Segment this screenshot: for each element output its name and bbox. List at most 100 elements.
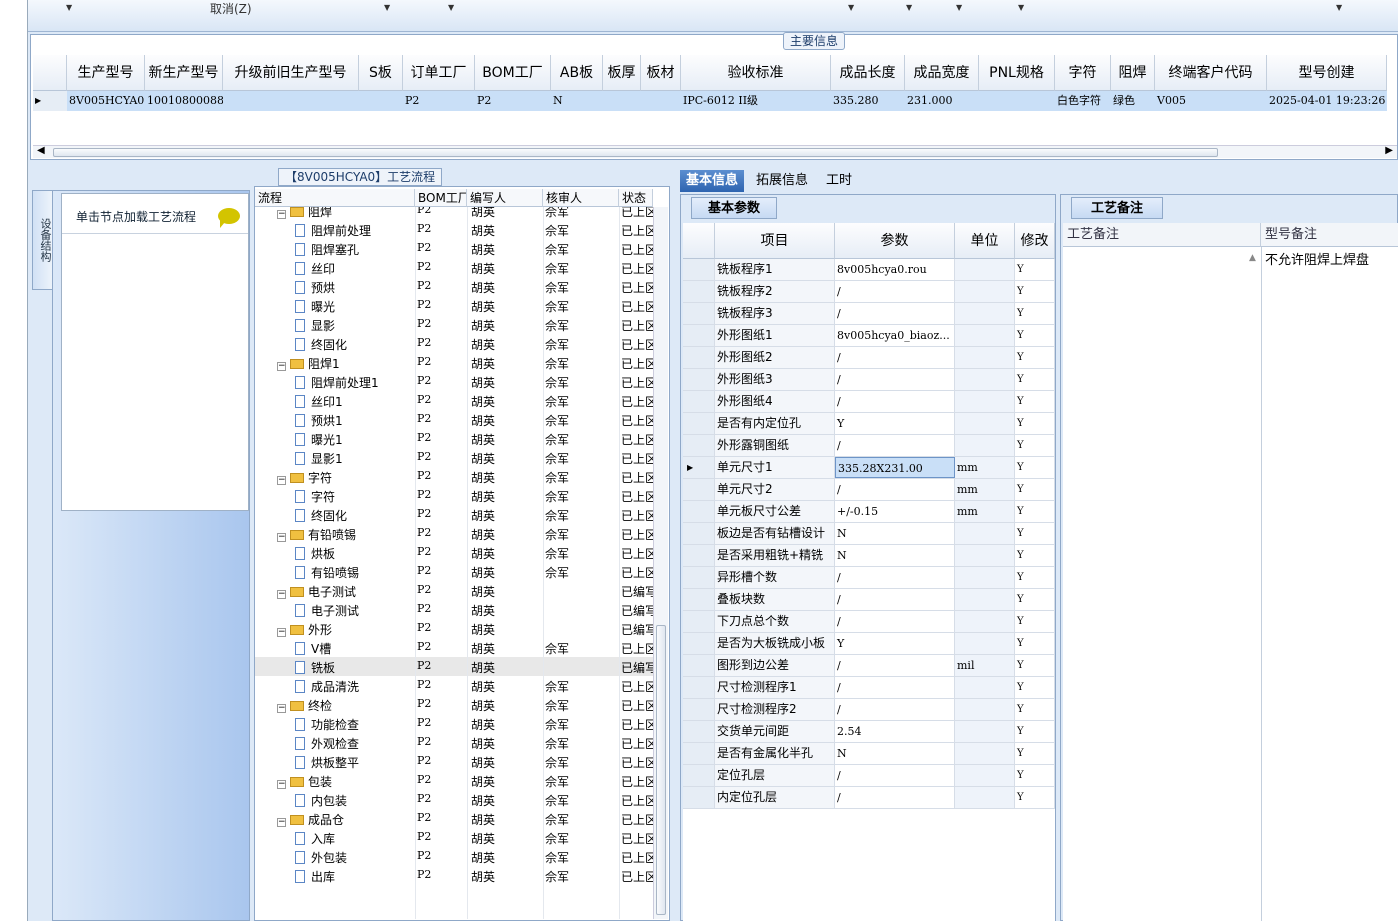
tree-column-header[interactable]: 流程 [255,189,415,207]
param-row[interactable]: 单元板尺寸公差 +/-0.15 mm Y [683,501,1055,523]
tree-row[interactable]: 成品清洗 P2 胡英 佘军 已上区 [255,676,653,695]
column-header[interactable]: 型号创建 [1267,55,1387,91]
tree-row[interactable]: 功能检查 P2 胡英 佘军 已上区 [255,714,653,733]
param-column-header[interactable]: 项目 [715,223,835,259]
param-row[interactable]: 外形图纸4/ Y [683,391,1055,413]
param-cell[interactable]: / [835,479,955,500]
sidebar-tab[interactable]: 设备结构 [32,190,54,290]
grid-cell[interactable]: 335.280 [831,91,905,111]
tree-row[interactable]: 曝光1 P2 胡英 佘军 已上区 [255,429,653,448]
row-indicator[interactable] [683,413,715,434]
column-header[interactable]: 板材 [641,55,681,91]
tree-row[interactable]: 阻焊塞孔 P2 胡英 佘军 已上区 [255,239,653,258]
column-header[interactable]: 阻焊 [1111,55,1155,91]
scroll-thumb[interactable] [656,625,666,915]
chevron-down-icon[interactable]: ▼ [906,3,912,12]
param-row[interactable]: 定位孔层 / Y [683,765,1055,787]
chevron-down-icon[interactable]: ▼ [848,3,854,12]
param-cell[interactable]: / [835,611,955,632]
grid-cell[interactable] [359,91,403,111]
tree-row[interactable]: 出库 P2 胡英 佘军 已上区 [255,866,653,885]
param-cell[interactable]: 335.28X231.00 [835,457,955,478]
param-cell[interactable]: N [835,523,955,544]
param-cell[interactable]: / [835,435,955,456]
param-row[interactable]: 是否有内定位孔 Y Y [683,413,1055,435]
param-row[interactable]: 板边是否有钻槽设计 N Y [683,523,1055,545]
grid-cell[interactable]: 白色字符 [1055,91,1111,111]
tree-row[interactable]: 终固化 P2 胡英 佘军 已上区 [255,334,653,353]
row-indicator[interactable] [683,391,715,412]
row-indicator[interactable] [683,479,715,500]
tree-row[interactable]: − 电子测试 P2 胡英 已编写 [255,581,653,600]
row-indicator[interactable] [683,655,715,676]
row-indicator[interactable]: ▶ [33,91,67,111]
collapse-toggle-icon[interactable]: − [277,362,286,371]
tree-row[interactable]: 丝印1 P2 胡英 佘军 已上区 [255,391,653,410]
param-row[interactable]: 是否采用粗铣+精铣 N Y [683,545,1055,567]
row-indicator[interactable] [683,567,715,588]
tree-row[interactable]: 内包装 P2 胡英 佘军 已上区 [255,790,653,809]
param-column-header[interactable]: 参数 [835,223,955,259]
tree-row[interactable]: 显影1 P2 胡英 佘军 已上区 [255,448,653,467]
param-row[interactable]: 外形图纸3/ Y [683,369,1055,391]
collapse-toggle-icon[interactable]: − [277,476,286,485]
param-row[interactable]: 是否为大板铣成小板 Y Y [683,633,1055,655]
column-header[interactable]: 验收标准 [681,55,831,91]
grid-cell[interactable] [641,91,681,111]
grid-cell[interactable]: 绿色 [1111,91,1155,111]
row-indicator[interactable] [683,721,715,742]
row-indicator[interactable] [683,589,715,610]
tree-row[interactable]: 阻焊前处理1 P2 胡英 佘军 已上区 [255,372,653,391]
column-header[interactable]: 新生产型号 [145,55,223,91]
param-row[interactable]: 铣板程序1 8v005hcya0.rou Y [683,259,1055,281]
tree-column-header[interactable]: 编写人 [467,189,543,207]
tree-column-header[interactable]: BOM工厂 [415,189,467,207]
param-row[interactable]: 外形图纸1 8v005hcya0_biaoz... Y [683,325,1055,347]
param-row[interactable]: 尺寸检测程序1/ Y [683,677,1055,699]
grid-cell[interactable]: 2025-04-01 19:23:26 [1267,91,1387,111]
param-row[interactable]: 外形露铜图纸 / Y [683,435,1055,457]
chevron-down-icon[interactable]: ▼ [448,3,454,12]
param-cell[interactable]: / [835,699,955,720]
tree-row[interactable]: − 有铅喷锡 P2 胡英 佘军 已上区 [255,524,653,543]
column-header[interactable]: 成品长度 [831,55,905,91]
row-indicator[interactable] [683,743,715,764]
tree-column-header[interactable]: 核审人 [543,189,619,207]
row-indicator[interactable] [683,633,715,654]
tree-row[interactable]: − 包装 P2 胡英 佘军 已上区 [255,771,653,790]
param-cell[interactable]: / [835,303,955,324]
collapse-toggle-icon[interactable]: − [277,210,286,219]
tree-row[interactable]: 终固化 P2 胡英 佘军 已上区 [255,505,653,524]
tree-row[interactable]: 丝印 P2 胡英 佘军 已上区 [255,258,653,277]
param-cell[interactable]: +/-0.15 [835,501,955,522]
grid-cell[interactable]: 10010800088484 [145,91,223,111]
param-cell[interactable]: / [835,347,955,368]
param-row[interactable]: 下刀点总个数 / Y [683,611,1055,633]
tree-row[interactable]: 烘板整平 P2 胡英 佘军 已上区 [255,752,653,771]
tree-row[interactable]: 电子测试 P2 胡英 已编写 [255,600,653,619]
param-cell[interactable]: 8v005hcya0.rou [835,259,955,280]
tree-row[interactable]: 显影 P2 胡英 佘军 已上区 [255,315,653,334]
column-header[interactable]: 终端客户代码 [1155,55,1267,91]
param-cell[interactable]: / [835,677,955,698]
collapse-toggle-icon[interactable]: − [277,780,286,789]
row-indicator[interactable] [683,523,715,544]
vertical-scrollbar[interactable] [653,207,668,919]
tree-row[interactable]: 预烘 P2 胡英 佘军 已上区 [255,277,653,296]
row-indicator[interactable] [683,303,715,324]
scroll-right-icon[interactable]: ▶ [1385,145,1393,156]
row-indicator[interactable] [683,545,715,566]
tree-row[interactable]: 有铅喷锡 P2 胡英 佘军 已上区 [255,562,653,581]
tree-row[interactable]: − 字符 P2 胡英 佘军 已上区 [255,467,653,486]
param-row[interactable]: 尺寸检测程序2/ Y [683,699,1055,721]
tree-column-header[interactable]: 状态 [619,189,653,207]
grid-cell[interactable] [603,91,641,111]
scroll-thumb[interactable] [53,148,1218,157]
param-cell[interactable]: Y [835,633,955,654]
param-cell[interactable]: 2.54 [835,721,955,742]
column-header[interactable]: 字符 [1055,55,1111,91]
cancel-button[interactable]: 取消(Z) [210,0,252,17]
tree-row[interactable]: 铣板 P2 胡英 已编写 [255,657,653,676]
collapse-toggle-icon[interactable]: − [277,590,286,599]
param-column-header[interactable]: 修改 [1015,223,1055,259]
